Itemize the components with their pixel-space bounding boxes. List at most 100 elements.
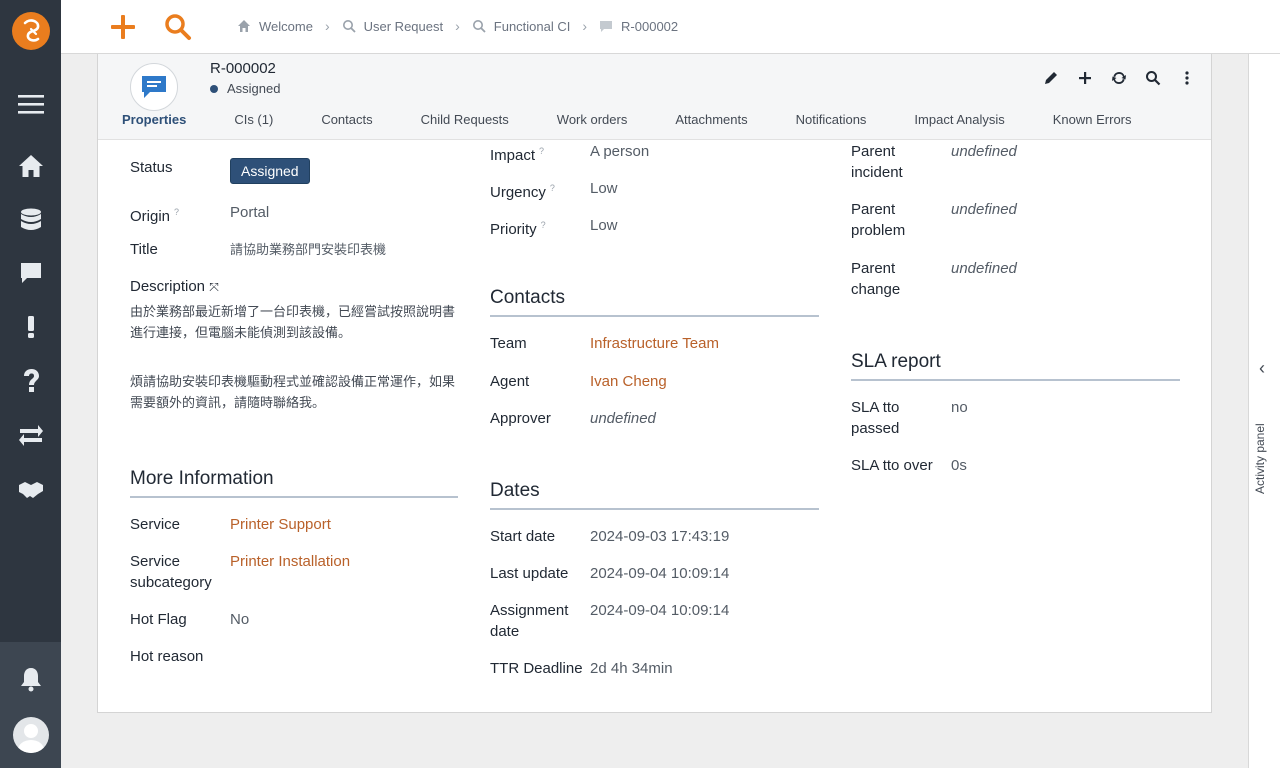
approver-label: Approver (490, 410, 551, 427)
impact-value: A person (590, 143, 650, 160)
global-search-button[interactable] (163, 12, 193, 42)
menu-icon[interactable] (16, 89, 46, 119)
parent-incident-label: Parent incident (851, 143, 903, 181)
tab-known-errors[interactable]: Known Errors (1029, 112, 1156, 128)
exclamation-icon[interactable] (16, 312, 46, 342)
search-icon (472, 20, 486, 33)
agent-label: Agent (490, 373, 530, 390)
help-icon[interactable]: ? (550, 183, 555, 193)
chat-icon[interactable] (16, 258, 46, 288)
description-label: Description ⤧ (130, 278, 219, 295)
search-icon (1146, 71, 1161, 86)
activity-panel-label: Activity panel (1253, 423, 1267, 494)
question-icon[interactable] (16, 366, 46, 396)
sidebar-bottom (0, 642, 61, 768)
object-actions (1041, 68, 1197, 88)
activity-panel[interactable]: ‹ Activity panel (1248, 54, 1280, 768)
tab-properties[interactable]: Properties (98, 112, 210, 128)
subcategory-link[interactable]: Printer Installation (230, 551, 350, 572)
user-request-icon (130, 63, 178, 111)
team-link[interactable]: Infrastructure Team (590, 333, 719, 354)
database-icon[interactable] (16, 205, 46, 235)
home-icon[interactable] (16, 151, 46, 181)
plus-icon (1079, 72, 1091, 84)
sidebar (0, 0, 61, 768)
agent-link[interactable]: Ivan Cheng (590, 371, 667, 392)
chevron-left-icon[interactable]: ‹ (1259, 358, 1265, 379)
tab-attachments[interactable]: Attachments (651, 112, 771, 128)
chevron-right-icon: › (582, 18, 588, 34)
help-icon[interactable]: ? (174, 207, 179, 217)
edit-button[interactable] (1041, 68, 1061, 88)
parent-problem-value: undefined (951, 201, 1017, 218)
expand-icon[interactable]: ⤧ (209, 280, 219, 294)
help-icon[interactable]: ? (541, 220, 546, 230)
status-badge: Assigned (230, 158, 310, 184)
description-paragraph-1: 由於業務部最近新增了一台印表機，已經嘗試按照說明書進行連接，但電腦未能偵測到該設… (130, 304, 456, 340)
add-button[interactable] (1075, 68, 1095, 88)
tab-cis[interactable]: CIs (1) (210, 112, 297, 128)
tab-child-requests[interactable]: Child Requests (397, 112, 533, 128)
transfer-icon[interactable] (16, 420, 46, 450)
logo-icon[interactable] (12, 12, 50, 50)
home-icon (238, 20, 250, 32)
breadcrumb-item-user-request[interactable]: User Request (342, 19, 443, 34)
handshake-icon[interactable] (16, 474, 46, 504)
more-options-button[interactable] (1177, 68, 1197, 88)
status-label: Status (130, 159, 173, 176)
breadcrumb-label: Welcome (259, 18, 313, 34)
search-icon (342, 20, 356, 33)
section-divider (851, 379, 1180, 381)
section-divider (130, 496, 458, 498)
section-divider (490, 508, 819, 510)
tab-bar: Properties CIs (1) Contacts Child Reques… (98, 112, 1156, 128)
section-divider (490, 315, 819, 317)
title-value: 請協助業務部門安裝印表機 (230, 242, 387, 257)
more-information-title: More Information (130, 468, 274, 489)
origin-label: Origin? (130, 207, 180, 225)
last-update-value: 2024-09-04 10:09:14 (590, 565, 730, 582)
search-button[interactable] (1143, 68, 1163, 88)
sla-tto-over-label: SLA tto over (851, 457, 933, 474)
sla-report-title: SLA report (851, 351, 941, 372)
parent-incident-value: undefined (951, 143, 1017, 160)
tab-notifications[interactable]: Notifications (772, 112, 891, 128)
new-object-button[interactable] (108, 12, 138, 42)
tab-work-orders[interactable]: Work orders (533, 112, 652, 128)
sla-tto-over-value: 0s (951, 457, 967, 474)
approver-value: undefined (590, 410, 656, 427)
parent-problem-label: Parent problem (851, 201, 906, 239)
object-status: Assigned (210, 81, 280, 96)
subcategory-label: Service subcategory (130, 553, 212, 591)
hot-reason-label: Hot reason (130, 648, 204, 665)
breadcrumb-item-welcome[interactable]: Welcome (237, 19, 313, 34)
tab-contacts[interactable]: Contacts (297, 112, 396, 128)
sla-tto-passed-value: no (951, 399, 968, 416)
parent-change-label: Parent change (851, 260, 901, 298)
tab-impact-analysis[interactable]: Impact Analysis (890, 112, 1028, 128)
kebab-menu-icon (1185, 71, 1189, 85)
breadcrumb-item-current[interactable]: R-000002 (599, 19, 678, 34)
status-dot-icon (210, 84, 218, 93)
breadcrumb: Welcome › User Request › Functional CI ›… (237, 18, 678, 34)
breadcrumb-item-functional-ci[interactable]: Functional CI (472, 18, 571, 34)
parent-change-value: undefined (951, 260, 1017, 277)
priority-value: Low (590, 217, 618, 234)
refresh-icon (1112, 72, 1126, 84)
object-status-label: Assigned (227, 81, 281, 96)
service-link[interactable]: Printer Support (230, 514, 331, 535)
avatar[interactable] (13, 717, 49, 753)
start-date-value: 2024-09-03 17:43:19 (590, 528, 730, 545)
ticket-icon (600, 21, 613, 32)
description-paragraph-2: 煩請協助安裝印表機驅動程式並確認設備正常運作，如果需要額外的資訊，請隨時聯絡我。 (130, 374, 456, 410)
bell-icon[interactable] (16, 664, 46, 694)
top-bar: Welcome › User Request › Functional CI ›… (61, 0, 1280, 54)
object-details-card: R-000002 Assigned Properties CIs (1) Con… (97, 54, 1212, 713)
help-icon[interactable]: ? (539, 146, 544, 156)
breadcrumb-label: R-000002 (621, 18, 679, 34)
ttr-deadline-label: TTR Deadline (490, 660, 583, 677)
ttr-deadline-value: 2d 4h 34min (590, 660, 673, 677)
refresh-button[interactable] (1109, 68, 1129, 88)
contacts-title: Contacts (490, 287, 565, 308)
breadcrumb-label: Functional CI (493, 18, 571, 34)
